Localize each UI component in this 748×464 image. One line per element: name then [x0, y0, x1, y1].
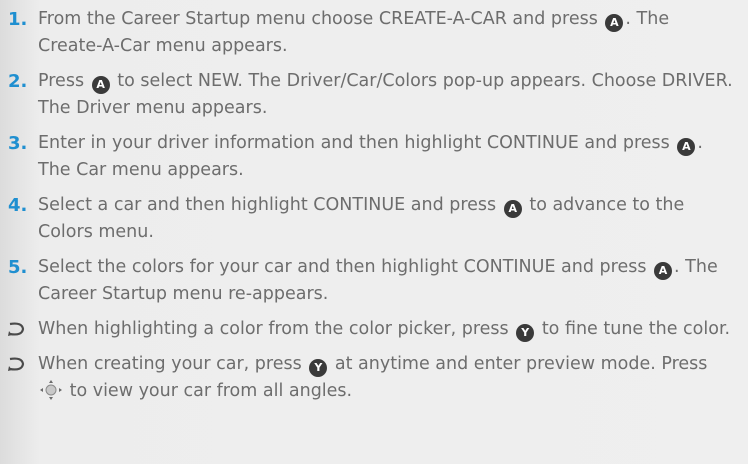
step-number: 5. — [8, 257, 28, 278]
dpad-icon — [40, 380, 62, 400]
step-number: 2. — [8, 71, 28, 92]
step-text: Enter in your driver information and the… — [38, 133, 670, 153]
tip-text: When creating your car, press — [38, 354, 302, 374]
step-number: 1. — [8, 9, 28, 30]
step-text: Press — [38, 71, 85, 91]
curved-arrow-icon — [8, 322, 25, 336]
step-item: 1. From the Career Startup menu choose C… — [8, 6, 738, 60]
step-number: 3. — [8, 133, 28, 154]
step-item: 5. Select the colors for your car and th… — [8, 254, 738, 308]
a-button-icon: A — [91, 76, 110, 94]
tip-text-after: to fine tune the color. — [541, 319, 731, 339]
step-item: 4. Select a car and then highlight CONTI… — [8, 192, 738, 246]
a-button-icon: A — [654, 262, 673, 280]
step-number: 4. — [8, 195, 28, 216]
tip-text-middle: at anytime and enter preview mode. Press — [334, 354, 708, 374]
y-button-icon: Y — [309, 359, 328, 377]
a-button-icon: A — [605, 14, 624, 32]
step-text: From the Career Startup menu choose CREA… — [38, 9, 598, 29]
instruction-page: 1. From the Career Startup menu choose C… — [0, 0, 748, 464]
tip-item: When highlighting a color from the color… — [8, 316, 738, 343]
step-item: 3. Enter in your driver information and … — [8, 130, 738, 184]
step-text: Select the colors for your car and then … — [38, 257, 647, 277]
step-text-after: to select NEW. The Driver/Car/Colors pop… — [38, 71, 733, 118]
step-text: Select a car and then highlight CONTINUE… — [38, 195, 497, 215]
tip-text-after: to view your car from all angles. — [69, 381, 353, 401]
curved-arrow-icon — [8, 357, 25, 371]
a-button-icon: A — [503, 200, 522, 218]
tip-item: When creating your car, press Y at anyti… — [8, 351, 738, 405]
a-button-icon: A — [677, 138, 696, 156]
step-item: 2. Press A to select NEW. The Driver/Car… — [8, 68, 738, 122]
tip-text: When highlighting a color from the color… — [38, 319, 509, 339]
y-button-icon: Y — [516, 324, 535, 342]
